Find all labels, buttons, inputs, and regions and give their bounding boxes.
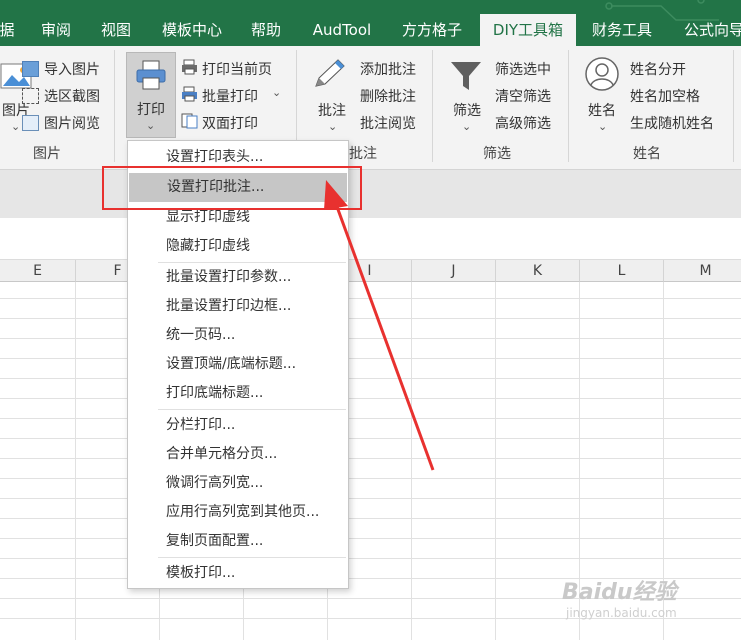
ribbon-tab-bar: 据 审阅 视图 模板中心 帮助 AudTool 方方格子 DIY工具箱 财务工具… [0,0,741,46]
name-button-label[interactable]: 姓名 [588,100,616,120]
menu-item-copy-page-config[interactable]: 复制页面配置... [128,527,348,556]
menu-item-template-print[interactable]: 模板打印... [128,559,348,588]
delete-comment-button[interactable]: 删除批注 [360,86,416,106]
batch-print-icon [182,86,197,102]
grid-row-line [0,518,741,519]
grid-row-line [0,458,741,459]
menu-item-set-top-bottom-titles[interactable]: 设置顶端/底端标题... [128,350,348,379]
menu-item-hide-print-dashes[interactable]: 隐藏打印虚线 [128,232,348,261]
comment-group-label: 批注 [349,146,377,162]
advanced-filter-button[interactable]: 高级筛选 [495,113,551,133]
group-divider [114,50,115,162]
baidu-watermark-url: jingyan.baidu.com [566,606,677,620]
comment-button-label[interactable]: 批注 [318,100,346,120]
grid-column-line [411,282,412,640]
tab-review[interactable]: 审阅 [36,14,76,46]
tab-data[interactable]: 据 [0,14,18,46]
import-picture-icon [22,61,39,77]
grid-row-line [0,438,741,439]
picture-browse-button[interactable]: 图片阅览 [44,113,100,133]
filter-button-label[interactable]: 筛选 [453,100,481,120]
comment-browse-button[interactable]: 批注阅览 [360,113,416,133]
group-divider [568,50,569,162]
print-button[interactable]: 打印 ⌄ [126,52,176,138]
split-name-button[interactable]: 姓名分开 [630,59,686,79]
chevron-down-icon: ⌄ [328,120,338,133]
menu-item-adjust-row-col-size[interactable]: 微调行高列宽... [128,469,348,498]
grid-row-line [0,338,741,339]
column-header-l[interactable]: L [580,260,664,282]
baidu-watermark: Baidu经验 [562,580,677,605]
menu-item-apply-size-other-pages[interactable]: 应用行高列宽到其他页... [128,498,348,527]
grid-row-line [0,558,741,559]
filter-funnel-icon [451,62,481,90]
column-header-k[interactable]: K [496,260,580,282]
sheet-top-area [0,218,741,260]
tab-fangfang-gezi[interactable]: 方方格子 [396,14,468,46]
grid-column-line [75,282,76,640]
chevron-down-icon: ⌄ [146,119,156,132]
random-name-button[interactable]: 生成随机姓名 [630,113,714,133]
print-current-page-button[interactable]: 打印当前页 [202,59,272,79]
tab-diy-toolbox[interactable]: DIY工具箱 [480,14,576,46]
menu-item-unify-page-numbers[interactable]: 统一页码... [128,321,348,350]
group-divider [733,50,734,162]
select-capture-icon [22,88,39,104]
group-divider [432,50,433,162]
print-button-label: 打印 [137,102,165,118]
comment-pen-icon [315,59,345,87]
add-comment-button[interactable]: 添加批注 [360,59,416,79]
grid-row-line [0,498,741,499]
tab-template-center[interactable]: 模板中心 [156,14,228,46]
grid-row-line [0,398,741,399]
grid-row-line [0,418,741,419]
printer-icon [136,60,166,90]
select-capture-button[interactable]: 选区截图 [44,86,100,106]
grid-row-line [0,538,741,539]
print-current-page-icon [182,59,197,75]
menu-item-batch-print-params[interactable]: 批量设置打印参数... [128,263,348,292]
filter-selected-button[interactable]: 筛选选中 [495,59,551,79]
picture-group-label: 图片 [33,146,61,162]
add-space-name-button[interactable]: 姓名加空格 [630,86,700,106]
duplex-print-button[interactable]: 双面打印 [202,113,258,133]
grid-row-line [0,478,741,479]
column-header-e[interactable]: E [0,260,76,282]
grid-row-line [0,358,741,359]
clear-filter-button[interactable]: 清空筛选 [495,86,551,106]
menu-item-batch-print-borders[interactable]: 批量设置打印边框... [128,292,348,321]
chevron-down-icon: ⌄ [598,120,608,133]
grid-row-line [0,318,741,319]
grid-row-line [0,378,741,379]
picture-browse-icon [22,115,39,131]
menu-item-column-print[interactable]: 分栏打印... [128,411,348,440]
tab-view[interactable]: 视图 [96,14,136,46]
menu-item-merge-cells-paging[interactable]: 合并单元格分页... [128,440,348,469]
person-avatar-icon [585,57,619,91]
tab-help[interactable]: 帮助 [246,14,286,46]
duplex-print-icon [181,113,198,129]
menu-item-print-bottom-title[interactable]: 打印底端标题... [128,379,348,408]
column-header-j[interactable]: J [412,260,496,282]
tab-audtool[interactable]: AudTool [306,14,378,46]
column-header-m[interactable]: M [664,260,741,282]
import-picture-button[interactable]: 导入图片 [44,59,100,79]
tab-formula-wizard[interactable]: 公式向导 [676,14,741,46]
chevron-down-icon[interactable]: ⌄ [272,86,281,99]
tab-finance-tools[interactable]: 财务工具 [586,14,658,46]
name-group-label: 姓名 [633,146,661,162]
batch-print-button[interactable]: 批量打印 [202,86,258,106]
chevron-down-icon: ⌄ [11,120,21,133]
chevron-down-icon: ⌄ [462,120,472,133]
ribbon-panel: 图片 ⌄ 导入图片 选区截图 图片阅览 图片 打印 ⌄ 打印当前页 批量打印 ⌄… [0,46,741,170]
filter-group-label: 筛选 [483,146,511,162]
grid-row-line [0,298,741,299]
menu-separator [158,409,346,410]
highlight-annotation-box [102,166,362,210]
grid-column-line [495,282,496,640]
menu-separator [158,557,346,558]
